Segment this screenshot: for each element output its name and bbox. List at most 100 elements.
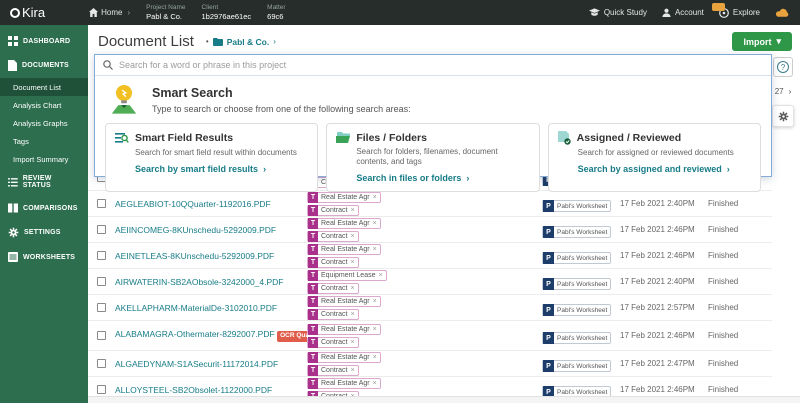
tag-icon: T [308, 205, 318, 216]
tag-remove-icon[interactable]: × [350, 311, 357, 318]
row-checkbox[interactable] [97, 385, 106, 394]
brand-name: Kira [22, 5, 45, 20]
card-files-folders[interactable]: Files / Folders Search for folders, file… [326, 123, 539, 192]
tag-chip[interactable]: TContract× [307, 257, 359, 268]
worksheet-badge[interactable]: PPabl's Worksheet [542, 252, 611, 264]
sidebar-item-dashboard[interactable]: DASHBOARD [0, 29, 88, 53]
import-date: 17 Feb 2021 2:46PM [620, 385, 708, 394]
tag-chip[interactable]: TReal Estate Agr× [307, 352, 381, 363]
document-link[interactable]: AKELLAPHARM-MaterialDe-3102010.PDF [115, 303, 307, 313]
tag-icon: T [308, 324, 318, 335]
tag-chip[interactable]: TContract× [307, 231, 359, 242]
import-date: 17 Feb 2021 2:46PM [620, 225, 708, 234]
home-link[interactable]: Home › [89, 8, 130, 17]
sidebar-item-documents[interactable]: DOCUMENTS [0, 53, 88, 78]
tag-remove-icon[interactable]: × [350, 259, 357, 266]
row-checkbox[interactable] [97, 331, 106, 340]
tag-remove-icon[interactable]: × [373, 220, 380, 227]
worksheet-badge[interactable]: PPabl's Worksheet [542, 278, 611, 290]
document-link[interactable]: ALABAMAGRA-Othermater-8292007.PDF [115, 329, 275, 339]
folder-icon [336, 131, 350, 144]
tag-remove-icon[interactable]: × [350, 285, 357, 292]
document-link[interactable]: AIRWATERIN-SB2AObsole-3242000_4.PDF [115, 277, 307, 287]
sidebar-item-settings[interactable]: SETTINGS [0, 220, 88, 245]
tag-chip[interactable]: TReal Estate Agr× [307, 244, 381, 255]
sidebar-item-comparisons[interactable]: COMPARISONS [0, 196, 88, 220]
tag-remove-icon[interactable]: × [378, 272, 385, 279]
worksheet-icon: P [543, 252, 554, 264]
tag-icon: T [308, 337, 318, 348]
help-button[interactable]: ? [773, 57, 793, 77]
tag-chip[interactable]: TReal Estate Agr× [307, 218, 381, 229]
search-input[interactable] [119, 60, 763, 70]
quick-study-button[interactable]: Quick Study [589, 8, 647, 17]
search-in-files-link[interactable]: Search in files or folders › [356, 173, 529, 183]
status: Finished [708, 359, 772, 368]
document-link[interactable]: ALLOYSTEEL-SB2Obsolet-1122000.PDF [115, 385, 307, 395]
document-link[interactable]: AEIINCOMEG-8KUnschedu-5292009.PDF [115, 225, 307, 235]
row-checkbox[interactable] [97, 303, 106, 312]
tag-chip[interactable]: TContract× [307, 309, 359, 320]
tag-chip[interactable]: TContract× [307, 283, 359, 294]
sidebar-item-analysis-chart[interactable]: Analysis Chart [0, 96, 88, 114]
card-smart-field-results[interactable]: Smart Field Results Search for smart fie… [105, 123, 318, 192]
sidebar-item-document-list[interactable]: Document List [0, 78, 88, 96]
search-by-assigned-link[interactable]: Search by assigned and reviewed › [578, 164, 751, 174]
tag-remove-icon[interactable]: × [350, 367, 357, 374]
tag-remove-icon[interactable]: × [373, 326, 380, 333]
import-button[interactable]: Import ▾ [732, 32, 792, 51]
card-title: Files / Folders [356, 132, 427, 144]
tag-chip[interactable]: TReal Estate Agr× [307, 378, 381, 389]
sidebar-item-tags[interactable]: Tags [0, 132, 88, 150]
matter-label: Matter [267, 4, 285, 12]
card-title: Smart Field Results [135, 132, 233, 144]
sidebar-item-import-summary[interactable]: Import Summary [0, 150, 88, 168]
worksheet-badge[interactable]: PPabl's Worksheet [542, 304, 611, 316]
import-label: Import [743, 37, 771, 47]
document-icon [8, 60, 17, 71]
document-link[interactable]: ALGAEDYNAM-S1ASecurit-11172014.PDF [115, 359, 307, 369]
tag-remove-icon[interactable]: × [350, 339, 357, 346]
horizontal-scrollbar[interactable] [88, 396, 800, 403]
tag-chip[interactable]: TReal Estate Agr× [307, 296, 381, 307]
tag-chip[interactable]: TEquipment Lease× [307, 270, 387, 281]
assigned-icon [558, 131, 571, 145]
account-button[interactable]: Account [662, 8, 704, 17]
tag-remove-icon[interactable]: × [373, 246, 380, 253]
tag-remove-icon[interactable]: × [373, 380, 380, 387]
worksheet-badge[interactable]: PPabl's Worksheet [542, 360, 611, 372]
sidebar-item-worksheets[interactable]: WORKSHEETS [0, 245, 88, 269]
table-settings-button[interactable] [772, 105, 794, 127]
explore-button[interactable]: Explore [719, 8, 760, 18]
tag-remove-icon[interactable]: × [373, 354, 380, 361]
tag-chip[interactable]: TContract× [307, 205, 359, 216]
ocr-quality-badge[interactable]: OCR Quality3 [277, 331, 307, 342]
row-checkbox[interactable] [97, 225, 106, 234]
tag-chip[interactable]: TContract× [307, 337, 359, 348]
worksheet-badge[interactable]: PPabl's Worksheet [542, 332, 611, 344]
tag-remove-icon[interactable]: × [373, 298, 380, 305]
table-row: AIRWATERIN-SB2AObsole-3242000_4.PDF TEqu… [88, 269, 772, 295]
document-link[interactable]: AEINETLEAS-8KUnschedu-5292009.PDF [115, 251, 307, 261]
breadcrumb[interactable]: • Pabl & Co. › [206, 37, 276, 47]
row-checkbox[interactable] [97, 359, 106, 368]
tag-chip[interactable]: TContract× [307, 365, 359, 376]
search-by-smart-field-link[interactable]: Search by smart field results › [135, 164, 308, 174]
tag-remove-icon[interactable]: × [350, 207, 357, 214]
pagination-next-icon[interactable]: › [789, 87, 792, 96]
row-checkbox[interactable] [97, 251, 106, 260]
tag-chip[interactable]: TReal Estate Agr× [307, 324, 381, 335]
smart-search-header: Smart Search Type to search or choose fr… [95, 76, 771, 121]
card-assigned-reviewed[interactable]: Assigned / Reviewed Search for assigned … [548, 123, 761, 192]
sidebar-item-analysis-graphs[interactable]: Analysis Graphs [0, 114, 88, 132]
row-checkbox[interactable] [97, 277, 106, 286]
worksheet-badge[interactable]: PPabl's Worksheet [542, 226, 611, 238]
sidebar-item-review-status[interactable]: REVIEW STATUS [0, 168, 88, 196]
tag-remove-icon[interactable]: × [350, 233, 357, 240]
page-title: Document List [98, 33, 194, 50]
worksheet-badge[interactable]: PPabl's Worksheet [542, 200, 611, 212]
kira-logo[interactable]: Kira [10, 5, 45, 20]
table-row: ALGAEDYNAM-S1ASecurit-11172014.PDF TReal… [88, 351, 772, 377]
import-date: 17 Feb 2021 2:57PM [620, 303, 708, 312]
cloud-upload-icon[interactable] [775, 8, 790, 18]
